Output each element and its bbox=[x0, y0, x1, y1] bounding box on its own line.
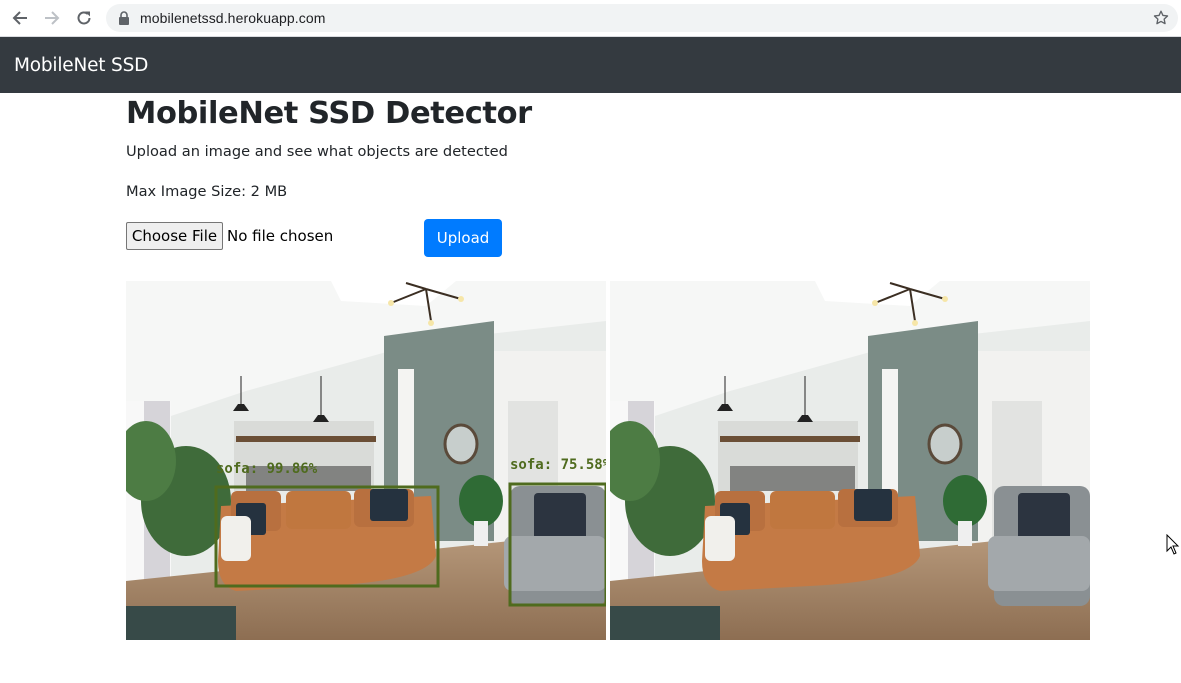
max-size-note: Max Image Size: 2 MB bbox=[126, 183, 288, 200]
original-image bbox=[610, 281, 1090, 640]
page-subtitle: Upload an image and see what objects are… bbox=[126, 143, 508, 160]
file-status: No file chosen bbox=[227, 227, 334, 245]
forward-arrow-icon[interactable] bbox=[40, 7, 64, 29]
lock-icon bbox=[119, 11, 129, 25]
browser-toolbar: mobilenetssd.herokuapp.com bbox=[0, 0, 1181, 37]
upload-button[interactable]: Upload bbox=[424, 219, 502, 257]
mouse-cursor-icon bbox=[1166, 534, 1180, 555]
address-bar[interactable]: mobilenetssd.herokuapp.com bbox=[106, 4, 1178, 32]
choose-file-button[interactable]: Choose File bbox=[126, 222, 223, 250]
page-title: MobileNet SSD Detector bbox=[126, 96, 532, 131]
navbar: MobileNet SSD bbox=[0, 37, 1181, 93]
back-arrow-icon[interactable] bbox=[8, 7, 32, 29]
detection-result-image: sofa: 99.86% sofa: 75.58% bbox=[126, 281, 606, 640]
detection-label: sofa: 75.58% bbox=[510, 457, 606, 473]
navbar-brand[interactable]: MobileNet SSD bbox=[14, 55, 148, 76]
star-icon[interactable] bbox=[1152, 9, 1170, 27]
detection-label: sofa: 99.86% bbox=[216, 461, 318, 477]
url-text: mobilenetssd.herokuapp.com bbox=[140, 10, 326, 26]
reload-icon[interactable] bbox=[72, 7, 96, 29]
